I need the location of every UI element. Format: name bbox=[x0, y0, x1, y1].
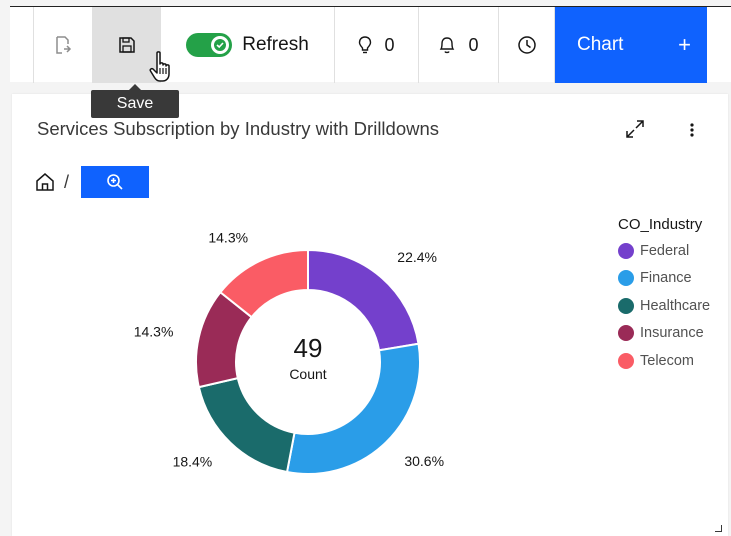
resize-handle[interactable] bbox=[715, 525, 722, 532]
overflow-menu-icon[interactable] bbox=[688, 120, 696, 140]
legend-label: Federal bbox=[640, 242, 690, 259]
slice-label-telecom: 14.3% bbox=[208, 230, 248, 246]
center-value: 49 bbox=[294, 333, 323, 363]
legend-label: Telecom bbox=[640, 352, 694, 369]
donut-chart: 22.4% 30.6% 18.4% 14.3% 14.3% 49 Count bbox=[134, 230, 444, 475]
legend-label: Insurance bbox=[640, 325, 704, 342]
legend-swatch bbox=[618, 297, 634, 314]
toolbar: Refresh 0 0 Chart + bbox=[0, 0, 731, 88]
expand-icon[interactable] bbox=[624, 118, 646, 140]
slice-label-healthcare: 18.4% bbox=[173, 453, 213, 469]
legend-item-healthcare[interactable]: Healthcare bbox=[618, 292, 710, 320]
center-label: Count bbox=[289, 366, 326, 382]
slice-label-federal: 22.4% bbox=[397, 249, 437, 265]
legend-item-finance[interactable]: Finance bbox=[618, 265, 710, 293]
legend-title: CO_Industry bbox=[618, 216, 703, 233]
toolbar-bar: Refresh 0 0 Chart + bbox=[10, 6, 731, 83]
save-icon bbox=[118, 37, 135, 53]
legend-swatch bbox=[618, 325, 634, 342]
slice-federal[interactable] bbox=[307, 248, 420, 352]
hand-cursor-icon bbox=[149, 51, 170, 82]
slice-label-insurance: 14.3% bbox=[134, 323, 174, 339]
legend-swatch bbox=[618, 270, 634, 287]
legend-item-federal[interactable]: Federal bbox=[618, 237, 710, 265]
legend-swatch bbox=[618, 242, 634, 259]
legend-item-insurance[interactable]: Insurance bbox=[618, 320, 710, 348]
export-button[interactable] bbox=[33, 7, 93, 83]
toggle-switch[interactable] bbox=[186, 33, 233, 57]
legend-label: Finance bbox=[640, 270, 692, 287]
slice-finance[interactable] bbox=[285, 342, 421, 475]
slice-healthcare[interactable] bbox=[197, 376, 296, 474]
clock-icon bbox=[517, 36, 536, 54]
chart-card: Services Subscription by Industry with D… bbox=[12, 94, 728, 536]
notifications-count: 0 bbox=[468, 34, 479, 55]
legend-swatch bbox=[618, 352, 634, 369]
plus-icon: + bbox=[678, 32, 691, 57]
ideas-button[interactable]: 0 bbox=[335, 7, 419, 83]
legend-label: Healthcare bbox=[640, 297, 711, 314]
lightbulb-icon bbox=[359, 36, 372, 54]
toggle-knob bbox=[211, 36, 230, 54]
ideas-count: 0 bbox=[384, 34, 395, 55]
save-tooltip: Save bbox=[91, 84, 179, 118]
history-button[interactable] bbox=[499, 7, 555, 83]
add-chart-button[interactable]: Chart + bbox=[555, 7, 707, 83]
export-icon bbox=[56, 36, 72, 54]
legend-item-telecom[interactable]: Telecom bbox=[618, 347, 710, 375]
legend: CO_Industry Federal Finance Healthcare Insu… bbox=[618, 216, 710, 375]
bell-icon bbox=[440, 37, 455, 54]
chart-button-label: Chart bbox=[577, 34, 624, 55]
notifications-button[interactable]: 0 bbox=[419, 7, 499, 83]
refresh-label: Refresh bbox=[242, 34, 309, 55]
check-icon bbox=[214, 39, 227, 51]
refresh-toggle[interactable]: Refresh bbox=[161, 7, 335, 83]
slice-label-finance: 30.6% bbox=[404, 453, 444, 469]
